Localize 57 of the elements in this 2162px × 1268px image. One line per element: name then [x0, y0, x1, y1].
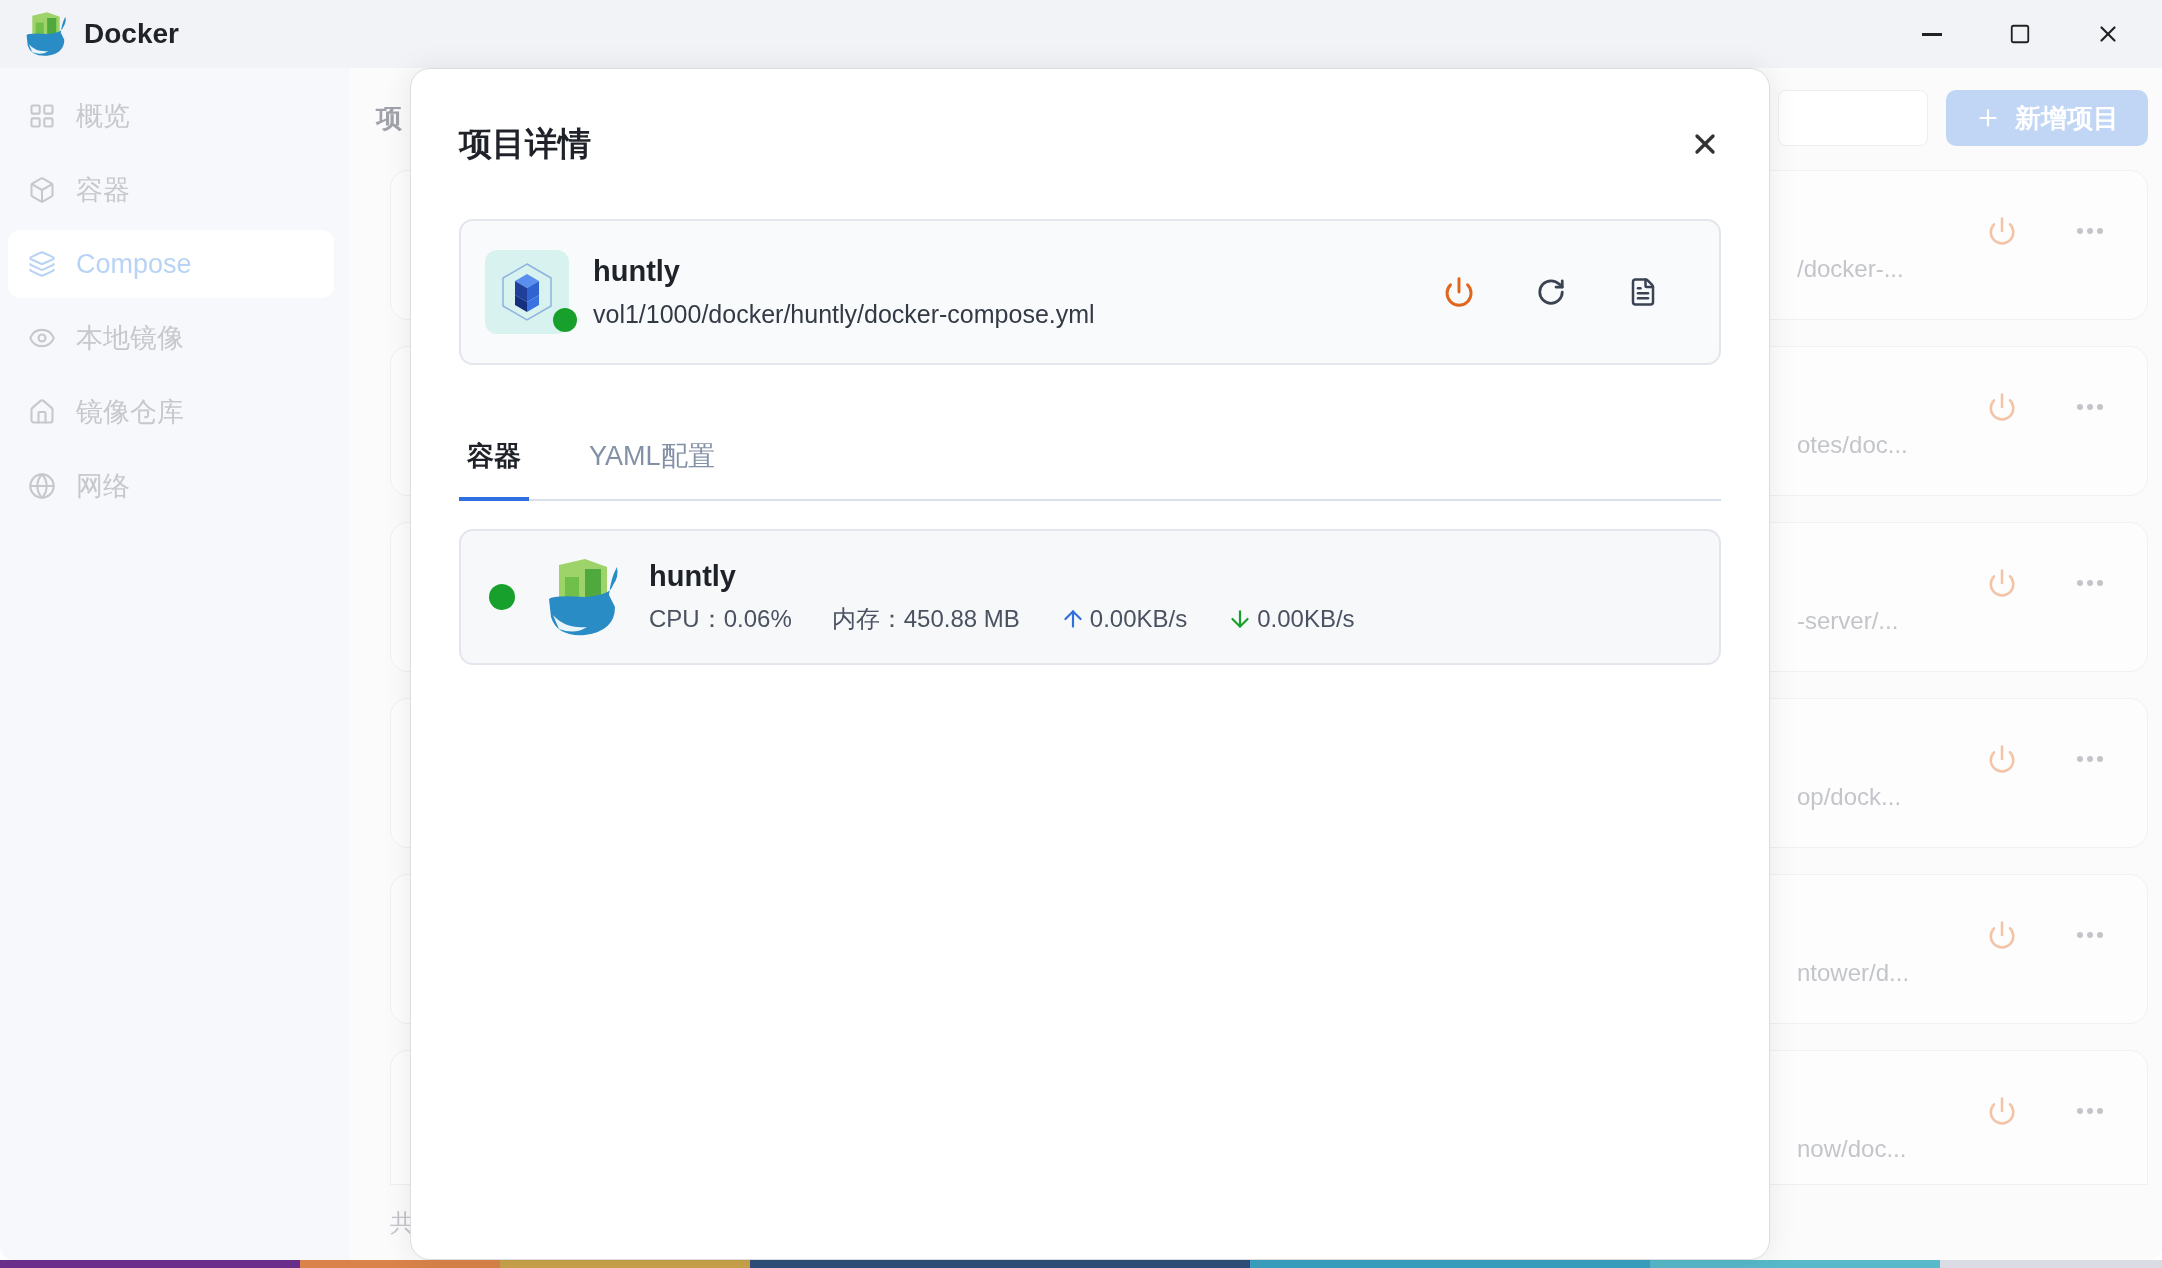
power-button[interactable] — [1987, 568, 2017, 598]
layers-icon — [28, 250, 56, 278]
power-button[interactable] — [1987, 920, 2017, 950]
power-icon — [1987, 744, 2017, 774]
more-icon — [2077, 404, 2103, 410]
globe-icon — [28, 472, 56, 500]
project-name: huntly — [593, 255, 681, 288]
more-button[interactable] — [2077, 1108, 2103, 1114]
more-button[interactable] — [2077, 228, 2103, 234]
project-path: op/dock... — [1797, 783, 1903, 811]
grid-icon — [28, 102, 56, 130]
more-icon — [2077, 580, 2103, 586]
more-icon — [2077, 1108, 2103, 1114]
more-button[interactable] — [2077, 404, 2103, 410]
project-path: -server/... — [1797, 607, 1900, 635]
cube-icon — [28, 176, 56, 204]
memory-usage: 内存：450.88 MB — [831, 603, 1020, 634]
upload-rate: 0.00KB/s — [1089, 604, 1188, 633]
page-title: 项 — [376, 101, 402, 135]
cubes-icon — [485, 250, 569, 334]
project-path: /docker-... — [1797, 255, 1905, 283]
power-button[interactable] — [1987, 392, 2017, 422]
restart-icon — [1536, 277, 1566, 307]
power-button[interactable] — [1987, 744, 2017, 774]
maximize-icon — [2009, 23, 2031, 45]
more-icon — [2077, 756, 2103, 762]
more-button[interactable] — [2077, 580, 2103, 586]
sidebar-item[interactable]: Compose — [8, 230, 334, 298]
power-icon — [1987, 920, 2017, 950]
power-icon — [1443, 276, 1475, 308]
power-icon — [1987, 1096, 2017, 1126]
power-button[interactable] — [1987, 216, 2017, 246]
more-button[interactable] — [2077, 932, 2103, 938]
project-path: otes/doc... — [1797, 431, 1909, 459]
cpu-usage: CPU：0.06% — [649, 603, 792, 634]
minimize-icon — [1922, 32, 1942, 36]
project-path: vol1/1000/docker/huntly/docker-compose.yml — [593, 300, 1096, 329]
tab[interactable]: 容器 — [459, 415, 529, 501]
project-path: ntower/d... — [1797, 959, 1911, 987]
app-logo-icon — [24, 10, 68, 58]
add-project-button[interactable]: 新增项目 — [1946, 90, 2148, 146]
container-name: huntly — [649, 559, 737, 593]
sidebar-label: Compose — [76, 248, 192, 280]
power-button[interactable] — [1987, 1096, 2017, 1126]
power-icon — [1987, 216, 2017, 246]
more-icon — [2077, 228, 2103, 234]
more-button[interactable] — [2077, 756, 2103, 762]
power-icon — [1987, 392, 2017, 422]
tab[interactable]: YAML配置 — [581, 415, 723, 501]
more-icon — [2077, 932, 2103, 938]
search-field[interactable] — [1778, 90, 1928, 146]
download-rate: 0.00KB/s — [1257, 604, 1355, 633]
house-icon — [28, 398, 56, 426]
dialog-title: 项目详情 — [459, 123, 591, 164]
window-title: Docker — [84, 18, 180, 50]
project-path: now/doc... — [1797, 1135, 1908, 1163]
power-icon — [1987, 568, 2017, 598]
